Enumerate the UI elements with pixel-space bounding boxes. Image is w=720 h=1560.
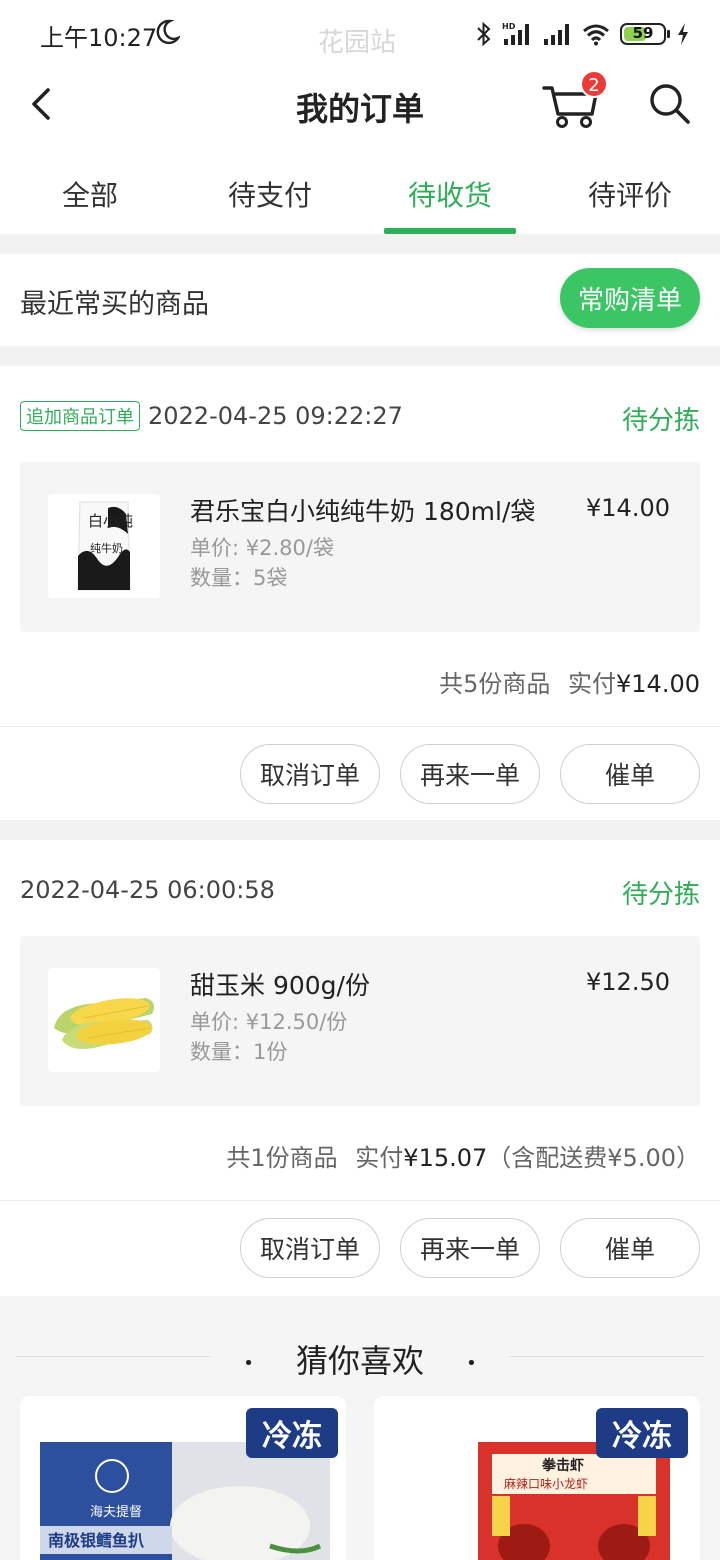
moon-icon [156, 19, 180, 45]
order-status: 待分拣 [621, 406, 700, 436]
product-card[interactable]: 海夫提督 南极银鳕鱼扒 冷冻 [20, 1396, 346, 1560]
order-item-count: 共5份商品 [439, 670, 551, 698]
dot-icon: • [450, 1352, 493, 1374]
crayfish-brand-text: 拳击虾 [541, 1457, 584, 1474]
tab-pending-payment[interactable]: 待支付 [180, 152, 360, 234]
status-time: 上午10:27 [40, 24, 158, 52]
watermark-text: 花园站 [318, 28, 397, 58]
product-image-corn [48, 968, 160, 1072]
order-item[interactable]: 甜玉米 900g/份 ¥12.50 单价: ¥12.50/份 数量：1份 [20, 936, 700, 1106]
product-card[interactable]: 拳击虾 麻辣口味小龙虾 冷冻 [374, 1396, 700, 1560]
crayfish-product-text: 麻辣口味小龙虾 [504, 1476, 588, 1491]
tab-pending-review[interactable]: 待评价 [540, 152, 720, 234]
order-summary: 共5份商品 实付¥14.00 [439, 664, 700, 699]
battery-level: 59 [632, 24, 654, 42]
recommendation-title: 猜你喜欢 [279, 1342, 440, 1380]
order-time: 2022-04-25 06:00:58 [20, 876, 275, 904]
milk-type-text: 纯牛奶 [90, 541, 123, 555]
order-header: 追加商品订单 2022-04-25 09:22:27 待分拣 [20, 398, 700, 436]
order-summary: 共1份商品 实付¥15.07（含配送费¥5.00） [226, 1138, 700, 1173]
signal-hd-icon: HD [502, 22, 529, 45]
order-time: 2022-04-25 09:22:27 [148, 402, 403, 430]
product-unit-price: 单价: ¥12.50/份 [190, 1010, 348, 1034]
milk-pouch-image: 白小纯 纯牛奶 [48, 494, 160, 598]
order-header: 2022-04-25 06:00:58 待分拣 [20, 872, 700, 910]
battery-icon: 59 [620, 23, 670, 45]
order-tag: 追加商品订单 [20, 401, 140, 431]
nav-bar: 我的订单 2 [0, 70, 720, 152]
divider [0, 1200, 720, 1201]
cart-count-badge: 2 [580, 70, 608, 98]
order-actions: 取消订单 再来一单 催单 [240, 1218, 700, 1278]
reorder-button[interactable]: 再来一单 [400, 744, 540, 804]
divider [0, 726, 720, 727]
wifi-icon [583, 24, 609, 46]
product-name: 甜玉米 900g/份 [190, 971, 370, 1000]
paid-label: 实付 [355, 1144, 404, 1172]
frozen-badge: 冷冻 [596, 1408, 688, 1458]
corn-image [48, 968, 160, 1072]
product-quantity: 数量：1份 [190, 1040, 288, 1064]
dot-icon: • [227, 1352, 270, 1374]
section-title: • 猜你喜欢 • [0, 1336, 720, 1382]
charging-icon [678, 23, 688, 45]
recommendation-section: • 猜你喜欢 • 海夫提督 南极银鳕鱼扒 冷冻 拳击虾 麻辣口味小龙虾 冷冻 [0, 1296, 720, 1560]
product-quantity: 数量：5袋 [190, 566, 288, 590]
frequent-list-button[interactable]: 常购清单 [560, 268, 700, 328]
order-tabs: 全部 待支付 待收货 待评价 [0, 152, 720, 234]
paid-amount: ¥14.00 [616, 670, 700, 698]
search-icon[interactable] [646, 80, 694, 128]
tab-pending-receipt[interactable]: 待收货 [360, 152, 540, 234]
product-price: ¥14.00 [586, 494, 670, 522]
fish-product-text: 南极银鳕鱼扒 [48, 1531, 144, 1550]
cancel-order-button[interactable]: 取消订单 [240, 744, 380, 804]
order-card: 2022-04-25 06:00:58 待分拣 甜玉米 900g/份 ¥12.5… [0, 840, 720, 1296]
reorder-button[interactable]: 再来一单 [400, 1218, 540, 1278]
order-actions: 取消订单 再来一单 催单 [240, 744, 700, 804]
product-unit-price: 单价: ¥2.80/袋 [190, 536, 334, 560]
frozen-badge: 冷冻 [246, 1408, 338, 1458]
page-title: 我的订单 [295, 90, 424, 128]
status-bar: 上午10:27 花园站 HD 59 [0, 0, 720, 70]
order-item[interactable]: 白小纯 纯牛奶 君乐宝白小纯纯牛奶 180ml/袋 ¥14.00 单价: ¥2.… [20, 462, 700, 632]
paid-amount: ¥15.07 [403, 1144, 488, 1172]
fish-brand-text: 海夫提督 [90, 1504, 142, 1520]
product-image-milk: 白小纯 纯牛奶 [48, 494, 160, 598]
svg-text:HD: HD [502, 22, 516, 31]
order-item-count: 共1份商品 [226, 1144, 338, 1172]
cancel-order-button[interactable]: 取消订单 [240, 1218, 380, 1278]
signal-icon [544, 24, 569, 45]
order-card: 追加商品订单 2022-04-25 09:22:27 待分拣 白小纯 纯牛奶 君… [0, 366, 720, 820]
order-status: 待分拣 [621, 880, 700, 910]
bluetooth-icon [477, 21, 491, 47]
paid-label: 实付 [568, 670, 617, 698]
urge-order-button[interactable]: 催单 [560, 1218, 700, 1278]
product-price: ¥12.50 [586, 968, 670, 996]
summary-extra: （含配送费¥5.00） [487, 1144, 700, 1172]
product-name: 君乐宝白小纯纯牛奶 180ml/袋 [190, 497, 536, 526]
status-icons: HD 59 [476, 18, 690, 50]
frequent-items-row: 最近常买的商品 常购清单 [0, 254, 720, 346]
frequent-items-label: 最近常买的商品 [20, 289, 209, 320]
milk-brand-text: 白小纯 [88, 512, 133, 530]
urge-order-button[interactable]: 催单 [560, 744, 700, 804]
tab-all[interactable]: 全部 [0, 152, 180, 234]
